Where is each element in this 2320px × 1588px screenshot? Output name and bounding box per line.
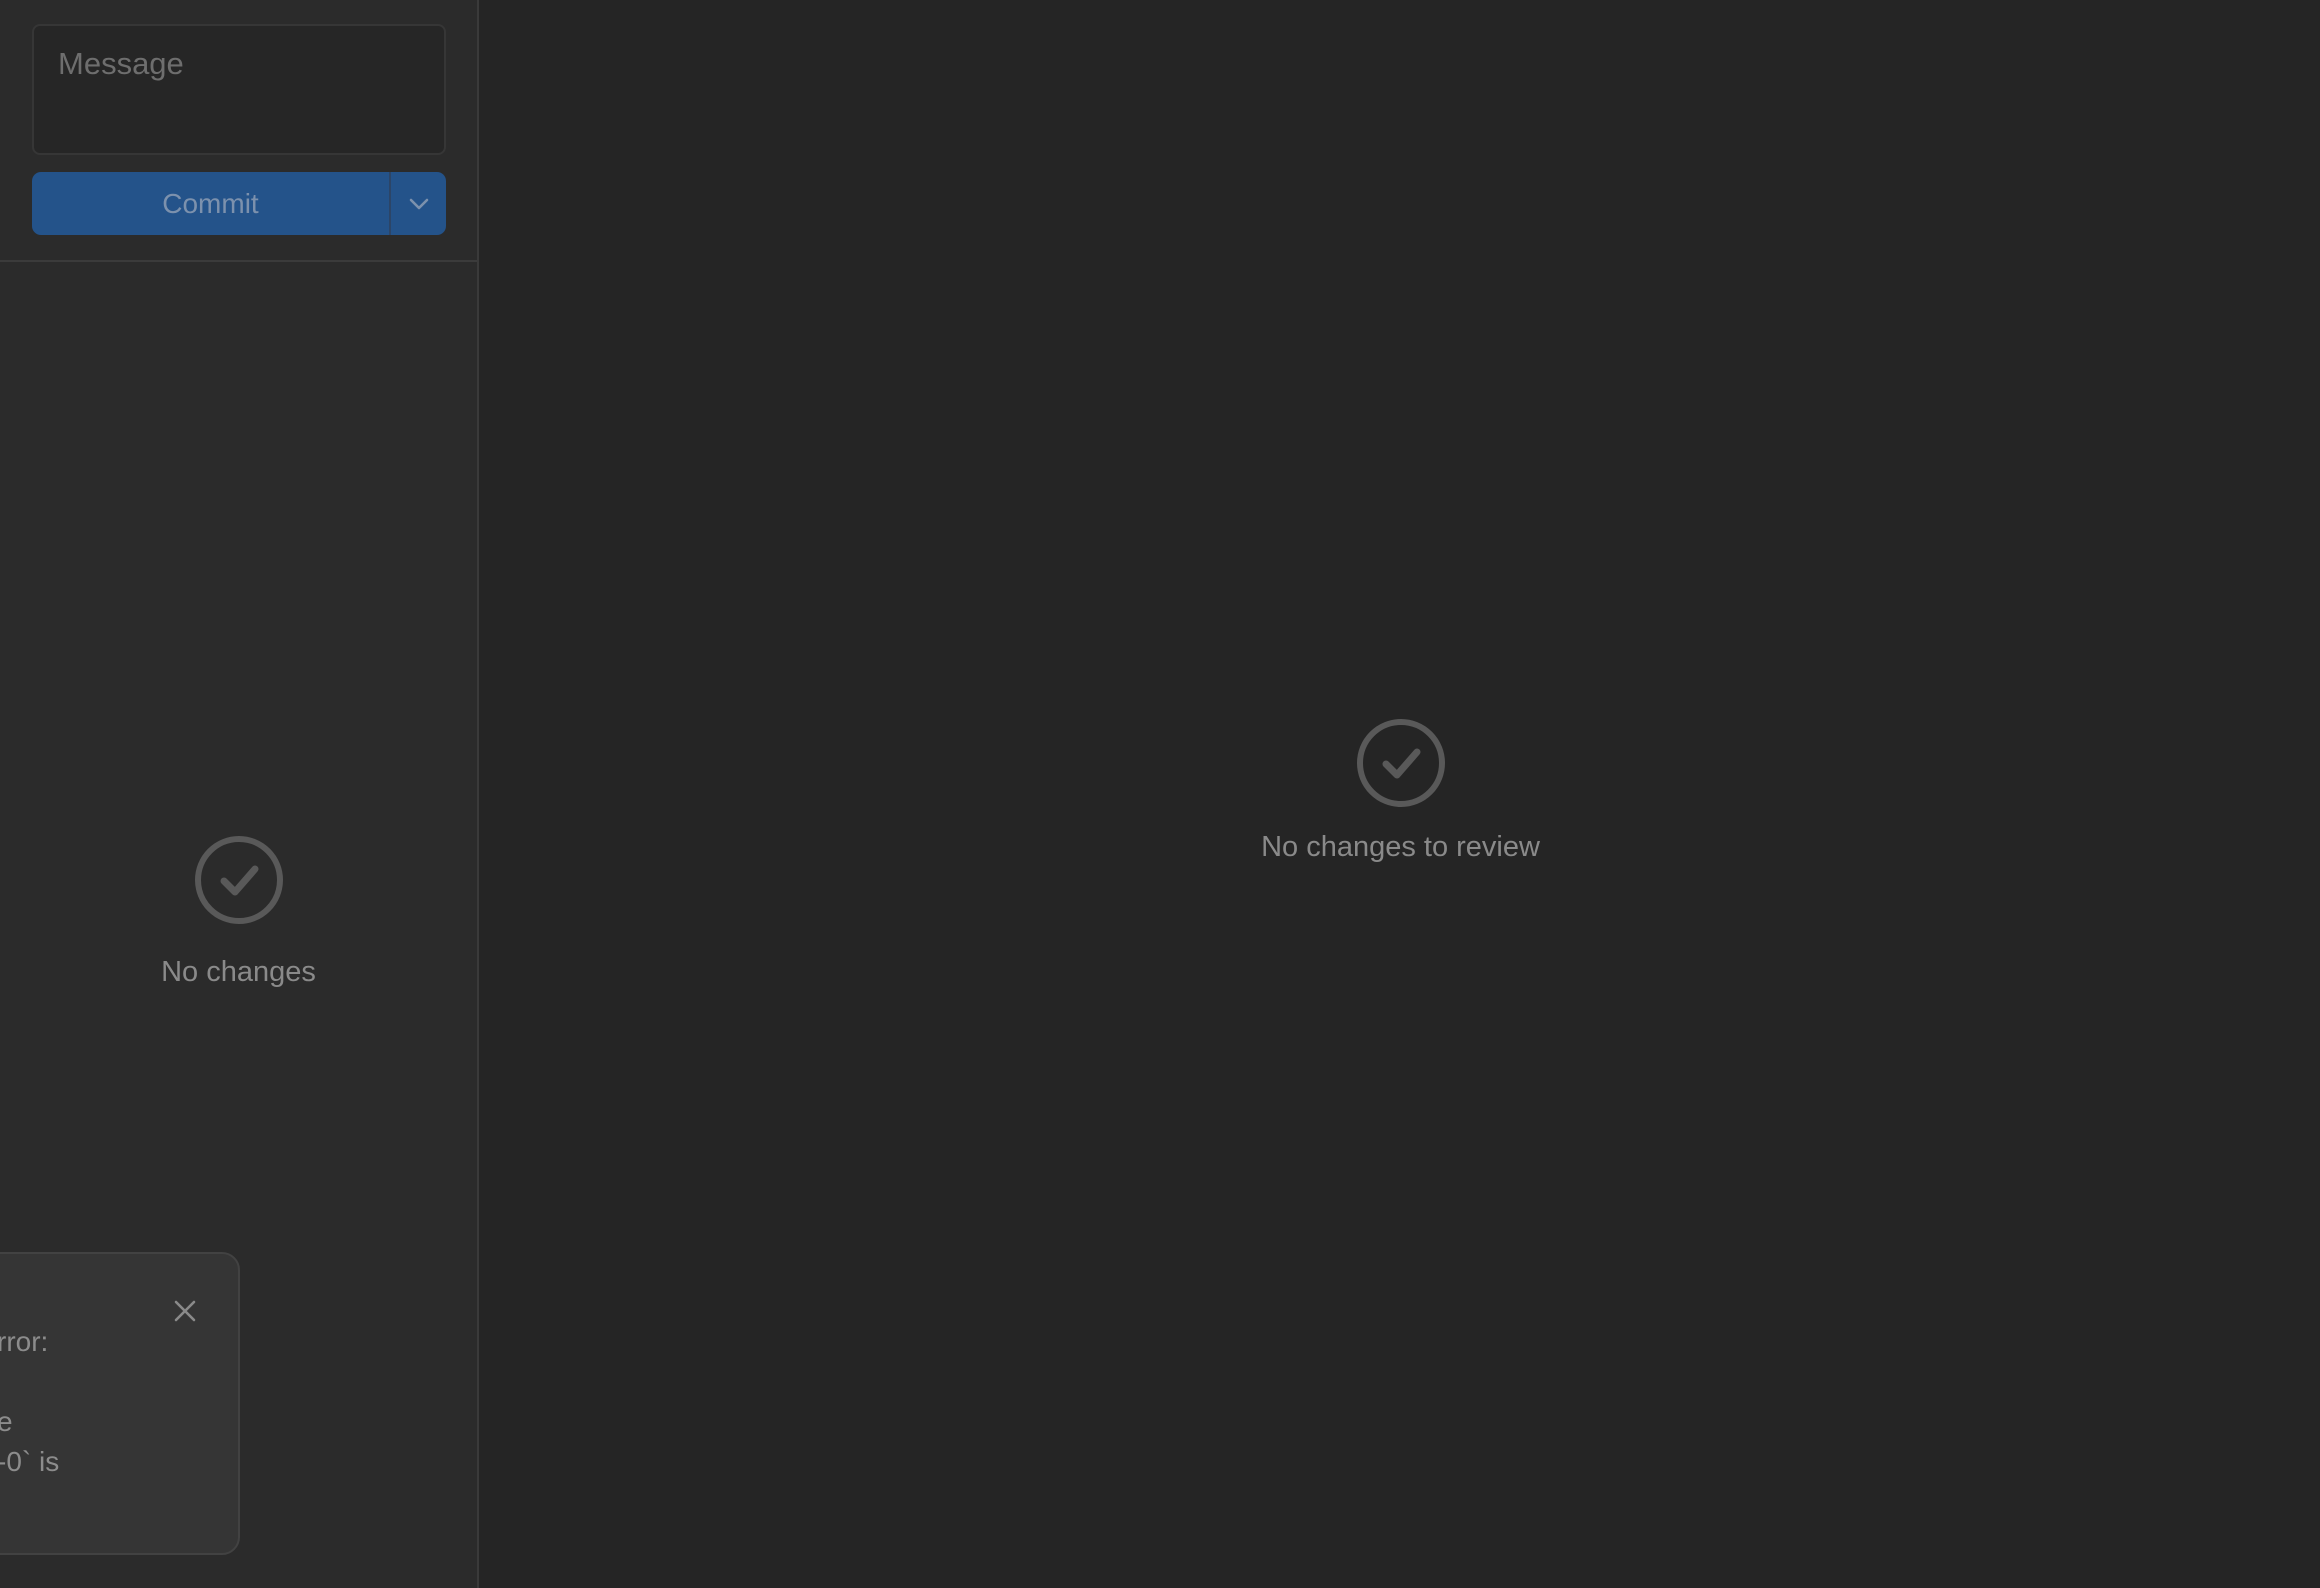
review-empty-state: No changes to review bbox=[481, 717, 2320, 864]
commit-button-group: Commit bbox=[32, 172, 446, 235]
error-toast: rror: e -0` is bbox=[0, 1252, 240, 1555]
chevron-down-icon bbox=[409, 198, 428, 209]
commit-area: Commit bbox=[0, 0, 477, 262]
toast-message-line: -0` is bbox=[0, 1446, 60, 1477]
changes-empty-state: No changes bbox=[0, 834, 477, 989]
commit-options-button[interactable] bbox=[391, 172, 446, 235]
no-changes-label: No changes bbox=[161, 956, 316, 988]
close-icon[interactable] bbox=[168, 1294, 202, 1328]
source-control-sidebar: Commit No changes rror: e bbox=[0, 0, 479, 1588]
no-changes-to-review-label: No changes to review bbox=[1261, 831, 1540, 863]
check-circle-icon bbox=[1356, 719, 1445, 807]
commit-message-box bbox=[32, 24, 446, 155]
toast-message-line: e bbox=[0, 1406, 13, 1438]
commit-button[interactable]: Commit bbox=[32, 172, 389, 235]
toast-message-line: rror: bbox=[0, 1326, 49, 1357]
commit-message-input[interactable] bbox=[34, 26, 444, 153]
check-circle-icon bbox=[194, 836, 283, 924]
app-window: Commit No changes rror: e bbox=[0, 0, 2320, 1588]
